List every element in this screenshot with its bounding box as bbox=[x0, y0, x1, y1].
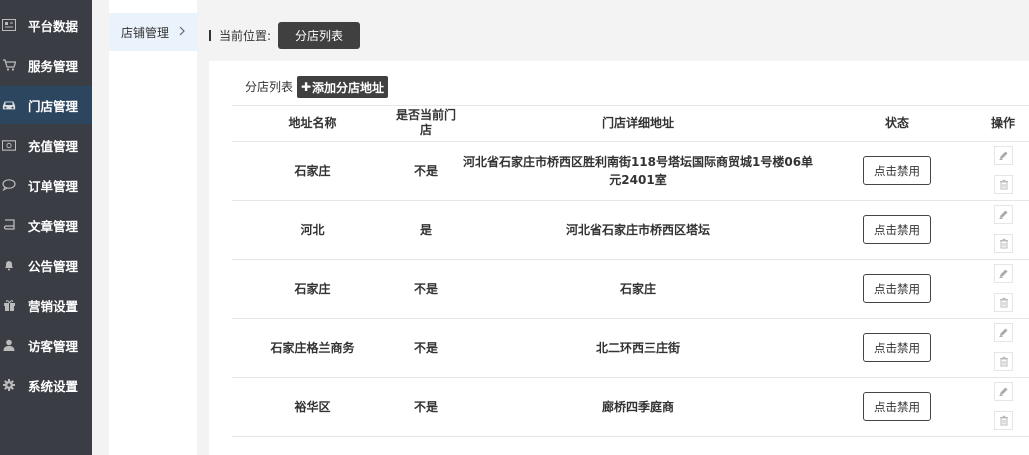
breadcrumb-label: 当前位置: bbox=[219, 29, 272, 43]
disable-button[interactable]: 点击禁用 bbox=[863, 215, 931, 244]
add-branch-address-button[interactable]: ✚ 添加分店地址 bbox=[297, 76, 388, 98]
sidebar-item-label: 访客管理 bbox=[28, 338, 79, 354]
edit-icon[interactable] bbox=[994, 382, 1013, 401]
chevron-right-icon bbox=[179, 26, 185, 36]
sidebar: 平台数据服务管理门店管理充值管理订单管理文章管理公告管理营销设置访客管理系统设置 bbox=[0, 0, 92, 455]
column-header-name: 地址名称 bbox=[288, 115, 337, 130]
gear-icon bbox=[2, 378, 16, 392]
cell-name: 石家庄格兰商务 bbox=[270, 340, 355, 355]
car-icon bbox=[2, 98, 16, 112]
cell-name: 河北 bbox=[300, 222, 325, 237]
sidebar-item-label: 公告管理 bbox=[28, 258, 79, 274]
sidebar-item-label: 营销设置 bbox=[28, 298, 79, 314]
cell-name: 石家庄 bbox=[294, 163, 331, 178]
cell-address: 廊桥四季庭商 bbox=[601, 399, 674, 414]
delete-icon[interactable] bbox=[994, 175, 1013, 194]
cell-current: 不是 bbox=[413, 340, 438, 355]
disable-button[interactable]: 点击禁用 bbox=[863, 392, 931, 421]
money-icon bbox=[2, 138, 16, 152]
gift-icon bbox=[2, 298, 16, 312]
delete-icon[interactable] bbox=[994, 293, 1013, 312]
column-header-address: 门店详细地址 bbox=[601, 115, 674, 130]
sidebar-item[interactable]: 系统设置 bbox=[0, 366, 92, 404]
disable-button[interactable]: 点击禁用 bbox=[863, 333, 931, 362]
sidebar-item[interactable]: 订单管理 bbox=[0, 166, 92, 204]
edit-icon[interactable] bbox=[994, 205, 1013, 224]
sidebar-item[interactable]: 门店管理 bbox=[0, 86, 92, 124]
cell-address: 河北省石家庄市桥西区胜利南街118号塔坛国际商贸城1号楼06单元2401室 bbox=[462, 154, 814, 187]
cell-current: 不是 bbox=[413, 163, 438, 178]
edit-icon[interactable] bbox=[994, 323, 1013, 342]
bell-icon bbox=[2, 258, 16, 272]
sidebar-item-label: 平台数据 bbox=[28, 18, 79, 34]
row-divider bbox=[232, 436, 1029, 437]
sidebar-item[interactable]: 公告管理 bbox=[0, 246, 92, 284]
user-icon bbox=[2, 338, 16, 352]
sidebar-item[interactable]: 营销设置 bbox=[0, 286, 92, 324]
delete-icon[interactable] bbox=[994, 411, 1013, 430]
secondary-sidebar: 店铺管理 bbox=[109, 0, 197, 455]
cell-current: 是 bbox=[419, 222, 432, 237]
delete-icon[interactable] bbox=[994, 234, 1013, 253]
cell-current: 不是 bbox=[413, 281, 438, 296]
edit-icon[interactable] bbox=[994, 264, 1013, 283]
book-icon bbox=[2, 218, 16, 232]
add-button-label: 添加分店地址 bbox=[312, 80, 385, 95]
delete-icon[interactable] bbox=[994, 352, 1013, 371]
cart-icon bbox=[2, 58, 16, 72]
sidebar-item-label: 服务管理 bbox=[28, 58, 79, 74]
sidebar-item[interactable]: 访客管理 bbox=[0, 326, 92, 364]
chat-icon bbox=[2, 178, 16, 192]
cell-name: 石家庄 bbox=[294, 281, 331, 296]
cell-address: 河北省石家庄市桥西区塔坛 bbox=[565, 222, 710, 237]
dashboard-icon bbox=[2, 18, 16, 32]
sidebar-item-label: 文章管理 bbox=[28, 218, 79, 234]
plus-icon: ✚ bbox=[300, 80, 312, 94]
disable-button[interactable]: 点击禁用 bbox=[863, 274, 931, 303]
cell-address: 北二环西三庄街 bbox=[595, 340, 680, 355]
subnav-item-shop-management[interactable]: 店铺管理 bbox=[109, 13, 197, 51]
subnav-item-label: 店铺管理 bbox=[121, 25, 170, 40]
sidebar-item-label: 充值管理 bbox=[28, 138, 79, 154]
cell-address: 石家庄 bbox=[619, 281, 656, 296]
sidebar-item-label: 门店管理 bbox=[28, 98, 79, 114]
breadcrumb-marker bbox=[209, 30, 211, 41]
sidebar-item-label: 系统设置 bbox=[28, 378, 79, 394]
disable-button[interactable]: 点击禁用 bbox=[863, 156, 931, 185]
sidebar-item[interactable]: 充值管理 bbox=[0, 126, 92, 164]
column-header-actions: 操作 bbox=[990, 115, 1015, 130]
panel-title: 分店列表 bbox=[245, 80, 294, 94]
edit-icon[interactable] bbox=[994, 146, 1013, 165]
cell-current: 不是 bbox=[413, 399, 438, 414]
breadcrumb-current-button[interactable]: 分店列表 bbox=[278, 22, 360, 49]
column-header-current: 是否当前门店 bbox=[395, 108, 456, 137]
sidebar-item-label: 订单管理 bbox=[28, 178, 79, 194]
sidebar-item[interactable]: 文章管理 bbox=[0, 206, 92, 244]
sidebar-item[interactable]: 服务管理 bbox=[0, 46, 92, 84]
cell-name: 裕华区 bbox=[294, 399, 331, 414]
column-header-status: 状态 bbox=[884, 115, 909, 130]
sidebar-item[interactable]: 平台数据 bbox=[0, 6, 92, 44]
